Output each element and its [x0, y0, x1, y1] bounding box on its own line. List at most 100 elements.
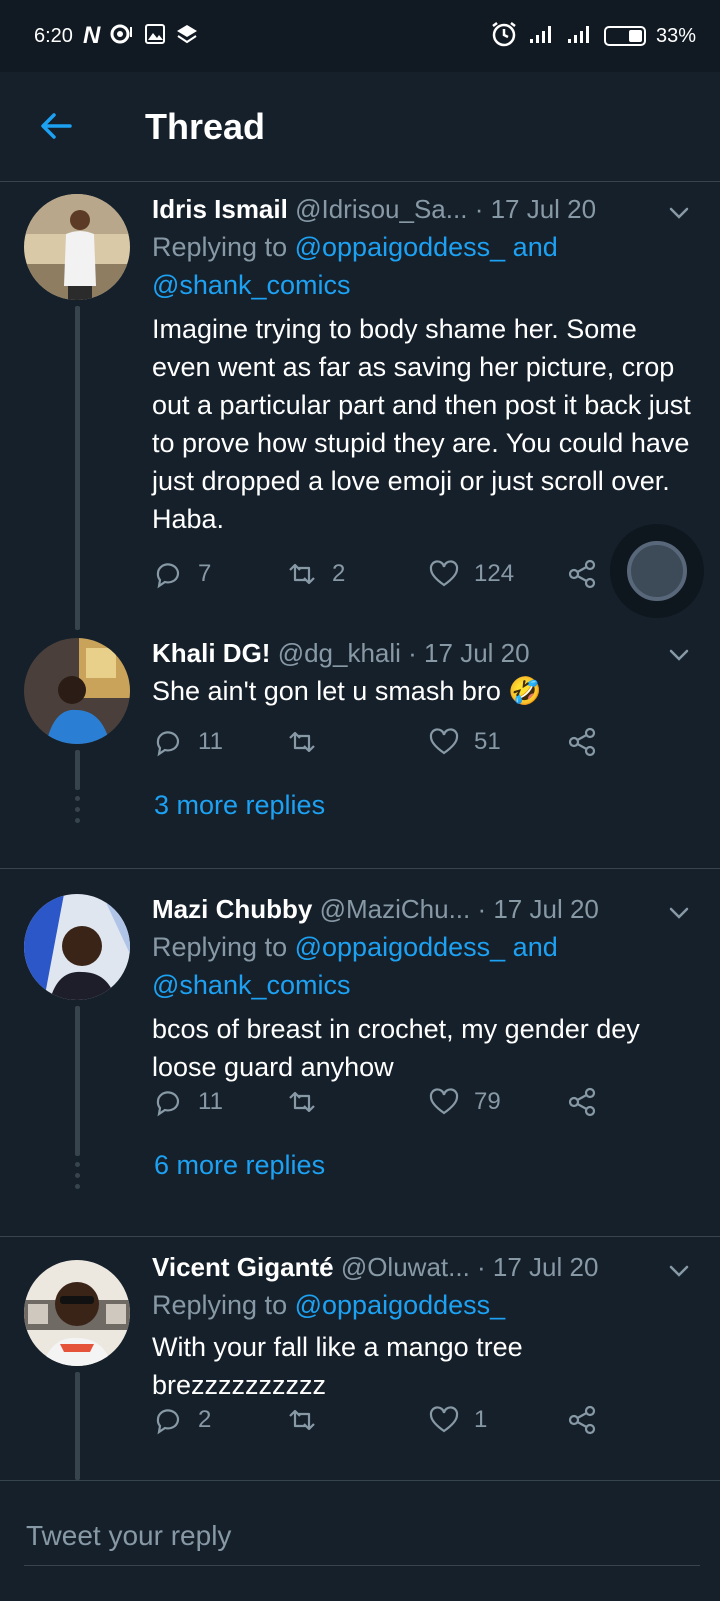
more-replies-link[interactable]: 6 more replies [154, 1150, 325, 1181]
tweet-text: With your fall like a mango tree brezzzz… [152, 1332, 523, 1400]
author-name[interactable]: Vicent Giganté [152, 1252, 334, 1282]
heart-icon [429, 560, 459, 587]
alarm-icon [490, 20, 518, 52]
share-icon [568, 727, 596, 757]
back-arrow-icon[interactable] [36, 106, 76, 146]
chevron-down-icon[interactable] [664, 1256, 694, 1286]
author-handle[interactable]: @dg_khali [278, 638, 401, 668]
replying-to-label: Replying to [152, 1290, 288, 1320]
avatar[interactable] [24, 894, 130, 1000]
like-button[interactable]: 124 [428, 558, 514, 590]
share-icon [568, 1087, 596, 1117]
thread-dots [75, 796, 80, 829]
like-count: 124 [474, 560, 515, 587]
reply-button[interactable]: 11 [152, 726, 223, 758]
replying-to: Replying to @oppaigoddess_ [152, 1286, 672, 1324]
mention-link[interactable]: @oppaigoddess_ and [295, 932, 558, 962]
chevron-down-icon[interactable] [664, 640, 694, 670]
author-name[interactable]: Mazi Chubby [152, 894, 312, 924]
avatar[interactable] [24, 194, 130, 300]
author-name[interactable]: Idris Ismail [152, 194, 288, 224]
replying-to: Replying to @oppaigoddess_ and @shank_co… [152, 228, 672, 304]
tweet[interactable]: Khali DG! @dg_khali · 17 Jul 20 She ain'… [0, 630, 720, 852]
mention-link[interactable]: @oppaigoddess_ and [295, 232, 558, 262]
reply-input[interactable] [24, 1507, 700, 1566]
tweet-text: Imagine trying to body shame her. Some e… [152, 314, 691, 534]
tweet-actions: 2 1 [152, 1404, 612, 1444]
top-app-bar: Thread [0, 72, 720, 182]
retweet-count: 2 [332, 560, 346, 587]
tweet-actions: 7 2 124 [152, 558, 612, 598]
mention-link[interactable]: @shank_comics [152, 970, 350, 1000]
retweet-button[interactable] [286, 1086, 332, 1118]
reply-icon [156, 1409, 180, 1435]
author-name[interactable]: Khali DG! [152, 638, 270, 668]
author-handle[interactable]: @Oluwat... [341, 1252, 470, 1282]
author-handle[interactable]: @Idrisou_Sa... [295, 194, 467, 224]
reply-count: 7 [198, 560, 212, 587]
like-button[interactable]: 51 [428, 726, 501, 758]
like-button[interactable]: 1 [428, 1404, 487, 1436]
divider [0, 1236, 720, 1237]
retweet-button[interactable]: 2 [286, 558, 345, 590]
divider [0, 868, 720, 869]
reply-icon [156, 1091, 180, 1117]
battery-icon [603, 26, 646, 46]
reply-button[interactable]: 11 [152, 1086, 223, 1118]
tweet-date: · 17 Jul 20 [408, 638, 530, 668]
heart-icon [429, 1406, 459, 1433]
battery-percent: 33% [655, 24, 696, 47]
mention-link[interactable]: @oppaigoddess_ [295, 1290, 506, 1320]
tweet[interactable]: Vicent Giganté @Oluwat... · 17 Jul 20 Re… [0, 1242, 720, 1480]
tweet-actions: 11 79 [152, 1086, 612, 1126]
tweet-text: She ain't gon let u smash bro 🤣 [152, 676, 542, 706]
thread-line [75, 1006, 80, 1156]
reply-icon [156, 563, 180, 589]
tweet-meta: Vicent Giganté @Oluwat... · 17 Jul 20 [152, 1252, 598, 1283]
tweet-meta: Mazi Chubby @MaziChu... · 17 Jul 20 [152, 894, 599, 925]
signal-icon [528, 23, 556, 49]
share-icon [568, 1405, 596, 1435]
more-replies-link[interactable]: 3 more replies [154, 790, 325, 821]
reply-button[interactable]: 2 [152, 1404, 211, 1436]
tweet-date: · 17 Jul 20 [474, 194, 597, 224]
reply-composer [0, 1480, 720, 1601]
thread-dots [75, 1162, 80, 1195]
tweet-date: · 17 Jul 20 [477, 1252, 599, 1282]
share-button[interactable] [566, 1086, 598, 1118]
layers-icon [176, 23, 198, 49]
share-button[interactable] [566, 1404, 598, 1436]
mention-link[interactable]: @shank_comics [152, 270, 350, 300]
retweet-icon [289, 1091, 315, 1113]
share-button[interactable] [566, 726, 598, 758]
replying-to-label: Replying to [152, 232, 288, 262]
signal-icon [566, 23, 594, 49]
floating-bubble-button[interactable] [610, 524, 704, 618]
chevron-down-icon[interactable] [664, 898, 694, 928]
chevron-down-icon[interactable] [664, 198, 694, 228]
notification-icon [110, 23, 134, 49]
avatar[interactable] [24, 1260, 130, 1366]
replying-to: Replying to @oppaigoddess_ and @shank_co… [152, 928, 672, 1004]
status-bar: 6:20 N 33% [0, 0, 720, 72]
like-count: 79 [474, 1088, 501, 1115]
status-bar-left: 6:20 N [34, 23, 198, 49]
page-title: Thread [145, 106, 266, 147]
tweet-meta: Idris Ismail @Idrisou_Sa... · 17 Jul 20 [152, 194, 596, 225]
status-time: 6:20 [34, 24, 73, 47]
image-icon [144, 23, 166, 49]
author-handle[interactable]: @MaziChu... [320, 894, 471, 924]
heart-icon [429, 1088, 459, 1115]
retweet-button[interactable] [286, 1404, 332, 1436]
reply-button[interactable]: 7 [152, 558, 211, 590]
avatar[interactable] [24, 638, 130, 744]
tweet-date: · 17 Jul 20 [477, 894, 599, 924]
share-icon [568, 559, 596, 589]
share-button[interactable] [566, 558, 598, 590]
tweet[interactable]: Mazi Chubby @MaziChu... · 17 Jul 20 Repl… [0, 876, 720, 1206]
tweet-text: bcos of breast in crochet, my gender dey… [152, 1014, 640, 1082]
like-button[interactable]: 79 [428, 1086, 501, 1118]
reply-icon [156, 731, 180, 757]
retweet-button[interactable] [286, 726, 332, 758]
like-count: 51 [474, 728, 501, 755]
